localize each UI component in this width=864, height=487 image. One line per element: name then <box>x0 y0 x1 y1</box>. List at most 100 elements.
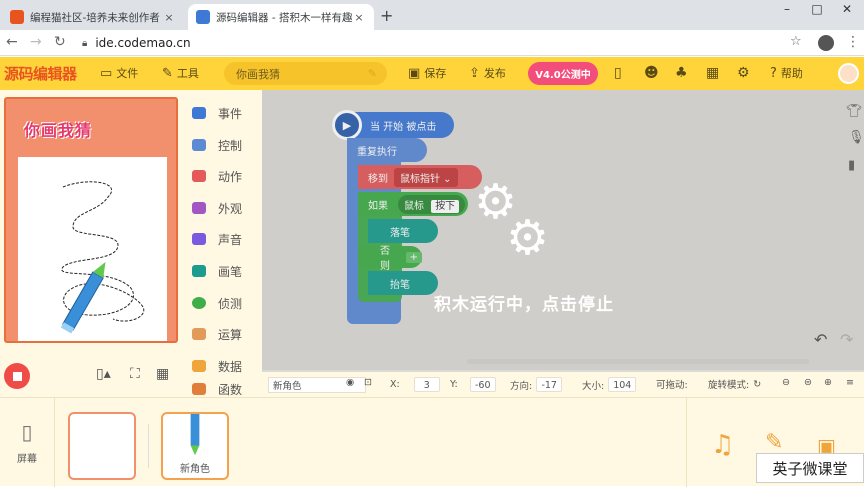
stop-square-icon <box>12 371 22 381</box>
y-value[interactable]: -60 <box>469 377 496 392</box>
tools-menu[interactable]: ✎ 工具 <box>162 65 199 81</box>
category-functions[interactable]: 函数 <box>192 381 242 397</box>
direction-field[interactable]: 方向: -17 <box>510 377 563 392</box>
category-label: 动作 <box>218 169 243 184</box>
wrench-icon: ✎ <box>162 65 173 81</box>
gift-icon[interactable]: ▦ <box>706 65 719 81</box>
settings-gear-icon[interactable]: ⚙ <box>737 65 750 81</box>
pencil-icon <box>190 414 200 456</box>
close-tab-icon[interactable]: × <box>162 11 176 24</box>
x-field[interactable]: X: 3 <box>390 377 440 392</box>
back-arrow-icon[interactable]: ← <box>6 34 18 50</box>
code-workspace[interactable]: 当 开始 被点击 ▶ 重复执行 移到 鼠标指针 ⌄ 如果 鼠标 按下 落笔 否则… <box>262 90 864 397</box>
sound-icon <box>192 233 206 245</box>
horizontal-scrollbar[interactable] <box>467 359 809 364</box>
maximize-button[interactable]: □ <box>802 2 832 16</box>
mascot-icon[interactable]: ☻ <box>644 65 659 81</box>
grid-icon[interactable]: ▦ <box>156 366 169 382</box>
rotation-mode-field[interactable]: 旋转模式: ↻ <box>708 377 761 392</box>
url-field[interactable]: 🔒︎ ide.codemao.cn <box>82 33 812 53</box>
stage-canvas[interactable]: 你画我猜 <box>4 97 178 343</box>
background-thumbnail[interactable] <box>68 412 136 480</box>
draggable-label: 可拖动: <box>656 380 688 391</box>
lock-icon[interactable]: ⊡ <box>364 377 372 388</box>
project-name-input[interactable]: 你画我猜 ✎ <box>224 62 387 85</box>
workspace-side-tools: 👕︎ 🎙︎ ▮ <box>840 100 864 190</box>
running-overlay[interactable] <box>262 90 864 370</box>
category-looks[interactable]: 外观 <box>192 193 242 223</box>
screen-button[interactable]: ▯ 屏幕 <box>0 398 55 487</box>
device-select-icon[interactable]: ▯▴ <box>96 366 111 382</box>
costume-shirt-icon[interactable]: 👕︎ <box>846 104 863 119</box>
zoom-in-icon[interactable]: ⊕ <box>824 377 832 388</box>
url-text: ide.codemao.cn <box>95 36 191 50</box>
size-label: 大小: <box>582 380 605 392</box>
tools-menu-label: 工具 <box>176 67 199 80</box>
sprite-name-text: 新角色 <box>273 381 302 392</box>
music-icon[interactable]: ♫ <box>711 430 734 460</box>
phone-preview-icon[interactable]: ▯ <box>614 65 622 81</box>
running-message[interactable]: 积木运行中，点击停止 <box>434 290 614 315</box>
category-data[interactable]: 数据 <box>192 351 242 381</box>
browser-tab-codemao-community[interactable]: 编程猫社区-培养未来创作者 - 官 × <box>2 4 184 30</box>
category-events[interactable]: 事件 <box>192 98 242 128</box>
x-value[interactable]: 3 <box>413 377 440 392</box>
help-label: 帮助 <box>780 67 803 80</box>
forward-arrow-icon[interactable]: → <box>30 34 42 50</box>
divider <box>148 424 149 468</box>
minimize-button[interactable]: – <box>772 2 802 16</box>
category-control[interactable]: 控制 <box>192 130 242 160</box>
user-avatar[interactable] <box>838 63 859 84</box>
browser-menu-icon[interactable]: ⋮ <box>846 34 860 50</box>
browser-tab-bar: 编程猫社区-培养未来创作者 - 官 × 源码编辑器 - 搭积木一样有趣的 × +… <box>0 0 864 30</box>
operators-icon <box>192 328 206 340</box>
size-field[interactable]: 大小: 104 <box>582 377 637 392</box>
close-tab-icon[interactable]: × <box>352 11 366 24</box>
sprite-bar: ▯ 屏幕 新角色 ♫ ✎ ▣ <box>0 397 864 487</box>
zoom-out-icon[interactable]: ⊖ <box>782 377 790 388</box>
bar-chart-icon[interactable]: ▮ <box>848 158 855 173</box>
file-menu[interactable]: ▭ 文件 <box>100 65 138 81</box>
draggable-field[interactable]: 可拖动: <box>656 377 688 391</box>
folder-icon: ▭ <box>100 65 113 81</box>
save-label: 保存 <box>424 67 447 80</box>
category-label: 声音 <box>218 232 243 247</box>
y-field[interactable]: Y: -60 <box>450 377 496 392</box>
fullscreen-icon[interactable]: ⛶ <box>130 366 140 382</box>
save-button[interactable]: ▣ 保存 <box>408 65 446 81</box>
new-tab-button[interactable]: + <box>380 6 393 25</box>
reload-icon[interactable]: ↻ <box>54 34 66 50</box>
help-icon: ? <box>770 65 777 81</box>
close-window-button[interactable]: ✕ <box>832 2 862 16</box>
bookmark-star-icon[interactable]: ☆ <box>790 34 802 49</box>
category-motion[interactable]: 动作 <box>192 161 242 191</box>
undo-icon[interactable]: ↶ <box>814 330 827 349</box>
category-sound[interactable]: 声音 <box>192 224 242 254</box>
size-value[interactable]: 104 <box>608 377 637 392</box>
app-logo: 源码编辑器 <box>4 65 77 83</box>
direction-value[interactable]: -17 <box>536 377 563 392</box>
publish-button[interactable]: ⇪ 发布 <box>469 65 506 81</box>
sprite-thumbnail[interactable]: 新角色 <box>161 412 229 480</box>
version-button[interactable]: V4.0公测中 <box>528 62 598 85</box>
address-bar-row: ← → ↻ 🔒︎ ide.codemao.cn ☆ ⋮ <box>0 30 864 56</box>
rotation-icon[interactable]: ↻ <box>753 379 761 390</box>
microphone-icon[interactable]: 🎙︎ <box>848 130 864 145</box>
stop-button[interactable] <box>4 363 30 389</box>
stage-panel: 你画我猜 ▯▴ ⛶ ▦ <box>0 90 186 397</box>
redo-icon[interactable]: ↷ <box>840 330 853 349</box>
profile-icon[interactable] <box>818 35 834 51</box>
menu-icon[interactable]: ≡ <box>846 377 854 388</box>
drawing-area[interactable] <box>18 157 167 341</box>
category-sensing[interactable]: 侦测 <box>192 288 242 318</box>
category-pen[interactable]: 画笔 <box>192 256 242 286</box>
community-icon[interactable]: ♣ <box>675 65 688 81</box>
app-toolbar: 源码编辑器 ▭ 文件 ✎ 工具 你画我猜 ✎ ▣ 保存 ⇪ 发布 V4.0公测中… <box>0 57 864 90</box>
browser-tab-code-editor[interactable]: 源码编辑器 - 搭积木一样有趣的 × <box>188 4 374 30</box>
paint-pencil-icon[interactable]: ✎ <box>765 430 783 455</box>
visibility-eye-icon[interactable]: ◉ <box>346 377 354 388</box>
help-button[interactable]: ? 帮助 <box>770 65 803 81</box>
tab-title: 源码编辑器 - 搭积木一样有趣的 <box>216 11 352 24</box>
category-operators[interactable]: 运算 <box>192 319 242 349</box>
zoom-reset-icon[interactable]: ⊜ <box>804 377 812 388</box>
